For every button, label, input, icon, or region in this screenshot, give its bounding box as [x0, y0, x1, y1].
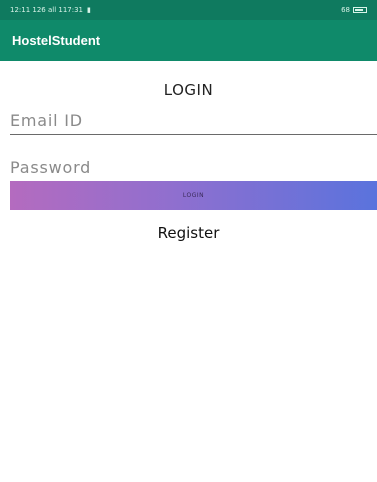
- password-field[interactable]: [10, 154, 377, 182]
- status-right: 68: [341, 6, 367, 14]
- app-title: HostelStudent: [12, 33, 101, 48]
- email-field[interactable]: [10, 107, 377, 135]
- login-button[interactable]: LOGIN: [10, 181, 377, 210]
- battery-level: 68: [341, 6, 350, 14]
- app-bar: HostelStudent: [0, 20, 377, 61]
- register-link[interactable]: Register: [0, 224, 377, 242]
- status-left: 12:11 126 all 117:31 ▮: [10, 6, 91, 14]
- login-heading: LOGIN: [163, 81, 214, 99]
- status-bar: 12:11 126 all 117:31 ▮ 68: [0, 0, 377, 20]
- status-left-text: 12:11 126 all 117:31: [10, 6, 84, 14]
- signal-icon: ▮: [87, 6, 91, 14]
- battery-icon: [353, 7, 367, 13]
